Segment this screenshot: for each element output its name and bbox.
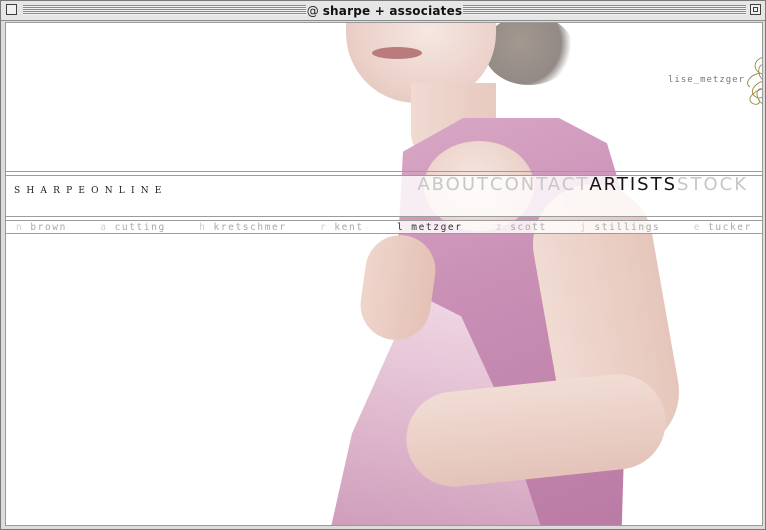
page-content: lise_metzger SHARPEONLINE ABOUT CONTACT … bbox=[5, 22, 763, 526]
browser-window: @ sharpe + associates lise_metzger SHARP… bbox=[0, 0, 766, 530]
artist-link-kent[interactable]: r kent bbox=[320, 222, 364, 233]
artist-link-cutting[interactable]: a cutting bbox=[100, 222, 166, 233]
title-bar-stripes-left bbox=[23, 5, 306, 15]
nav-stock[interactable]: STOCK bbox=[677, 174, 748, 195]
photo-hair bbox=[484, 23, 574, 85]
artist-link-tucker[interactable]: e tucker bbox=[694, 222, 752, 233]
at-icon: @ bbox=[306, 3, 319, 18]
header-rule-bottom bbox=[6, 216, 762, 217]
artist-list: n brown a cutting h kretschmer r kent l metzg… bbox=[16, 222, 752, 233]
nav-about[interactable]: ABOUT bbox=[417, 174, 490, 195]
artist-link-brown[interactable]: n brown bbox=[16, 222, 67, 233]
artist-rule bbox=[6, 233, 762, 234]
window-title: @ sharpe + associates bbox=[306, 1, 463, 20]
title-bar[interactable]: @ sharpe + associates bbox=[1, 1, 765, 21]
main-nav: ABOUT CONTACT ARTISTS STOCK bbox=[417, 174, 748, 195]
nav-contact[interactable]: CONTACT bbox=[490, 174, 589, 195]
close-box-icon[interactable] bbox=[6, 4, 17, 15]
site-brand[interactable]: SHARPEONLINE bbox=[14, 186, 168, 196]
artist-link-scott[interactable]: z scott bbox=[496, 222, 547, 233]
flourish-icon bbox=[747, 57, 762, 105]
zoom-box-icon[interactable] bbox=[750, 4, 761, 15]
nav-artists[interactable]: ARTISTS bbox=[589, 174, 677, 195]
artist-link-metzger[interactable]: l metzger bbox=[397, 222, 463, 233]
artist-link-stillings[interactable]: j stillings bbox=[580, 222, 660, 233]
artist-link-kretschmer[interactable]: h kretschmer bbox=[199, 222, 287, 233]
artist-photo bbox=[6, 23, 762, 525]
photo-lips bbox=[372, 47, 422, 59]
title-bar-stripes-right bbox=[463, 5, 746, 15]
header-rule-top bbox=[6, 171, 762, 172]
window-title-text: sharpe + associates bbox=[322, 3, 463, 18]
